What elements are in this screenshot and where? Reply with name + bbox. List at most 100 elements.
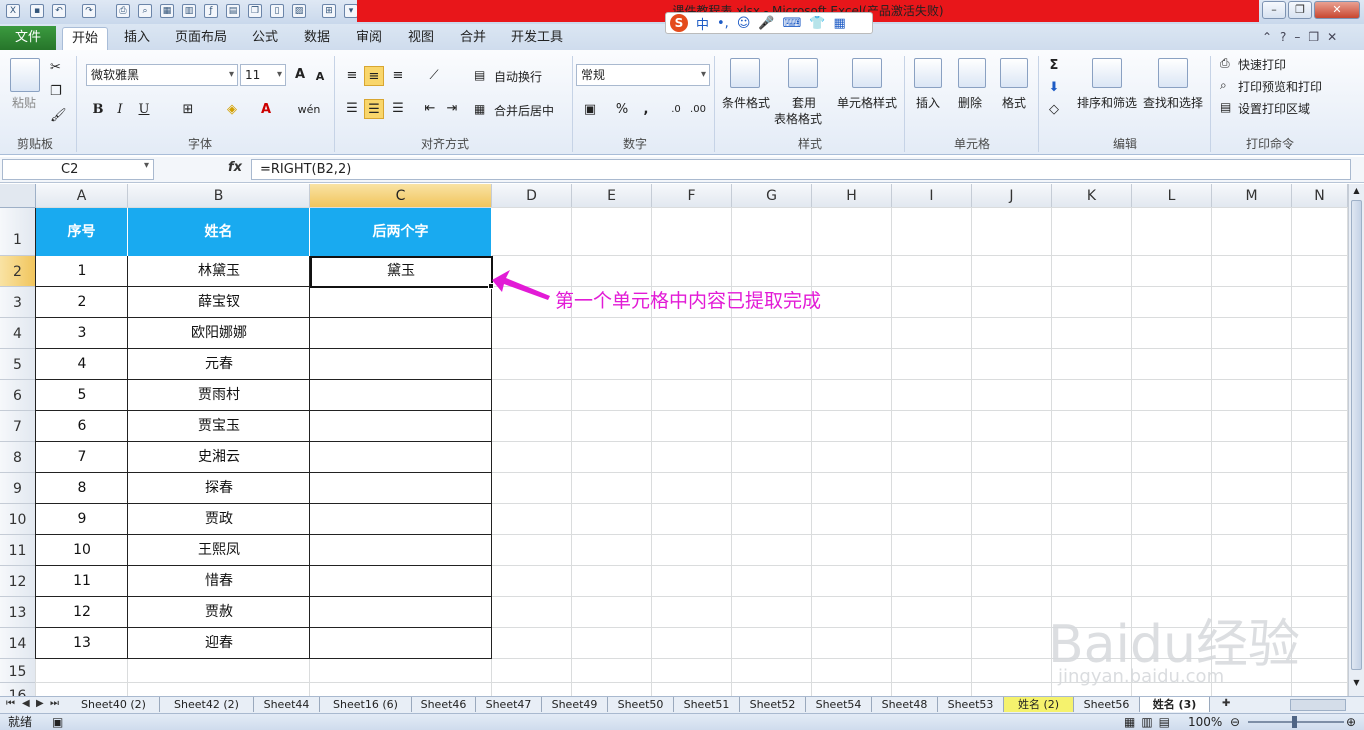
cell-c7[interactable] <box>310 411 492 442</box>
sheet-tab[interactable]: Sheet50 <box>608 697 674 712</box>
row-header-1[interactable]: 1 <box>0 208 36 256</box>
ime-toolbox-icon[interactable]: ▦ <box>834 16 846 31</box>
tab-data[interactable]: 数据 <box>296 27 338 50</box>
tab-review[interactable]: 审阅 <box>348 27 390 50</box>
format-cells-button[interactable]: 格式 <box>1002 94 1026 111</box>
cell-c11[interactable] <box>310 535 492 566</box>
row-header-9[interactable]: 9 <box>0 473 36 504</box>
sheet-tab[interactable]: Sheet49 <box>542 697 608 712</box>
row-header-13[interactable]: 13 <box>0 597 36 628</box>
ime-skin-icon[interactable]: 👕 <box>809 16 825 31</box>
header-cell-c[interactable]: 后两个字 <box>310 208 492 256</box>
cell-b9[interactable]: 探春 <box>128 473 310 504</box>
undo-icon[interactable]: ↶ <box>52 4 66 18</box>
comma-button[interactable]: , <box>636 100 656 120</box>
cell-a12[interactable]: 11 <box>36 566 128 597</box>
ribbon-window-controls[interactable]: ⌃?–❐✕ <box>1262 30 1345 44</box>
quick-print-button[interactable]: 快速打印 <box>1238 56 1286 73</box>
cell-a8[interactable]: 7 <box>36 442 128 473</box>
cell-a13[interactable]: 12 <box>36 597 128 628</box>
cell-a10[interactable]: 9 <box>36 504 128 535</box>
align-center-icon[interactable]: ☰ <box>364 99 384 119</box>
cell-b4[interactable]: 欧阳娜娜 <box>128 318 310 349</box>
header-cell-b[interactable]: 姓名 <box>128 208 310 256</box>
sheet-tab[interactable]: Sheet44 <box>254 697 320 712</box>
borders-icon[interactable]: ⊞ <box>322 4 336 18</box>
sheet-tab[interactable]: Sheet53 <box>938 697 1004 712</box>
scrollbar-thumb[interactable] <box>1351 200 1362 670</box>
percent-button[interactable]: % <box>612 100 632 120</box>
cut-icon[interactable]: ✂ <box>50 60 61 75</box>
set-print-area-button[interactable]: 设置打印区域 <box>1238 100 1310 117</box>
restore-button[interactable]: ❐ <box>1288 1 1312 19</box>
table-format-icon[interactable] <box>788 58 818 88</box>
font-name-combo[interactable]: 微软雅黑 <box>86 64 238 86</box>
ime-toolbar[interactable]: S 中 •, ☺ 🎤 ⌨ 👕 ▦ <box>665 12 873 34</box>
table-icon[interactable]: ▦ <box>160 4 174 18</box>
fill-icon[interactable]: ⬇ <box>1044 78 1064 98</box>
horizontal-scrollbar[interactable] <box>1290 699 1346 711</box>
row-header-10[interactable]: 10 <box>0 504 36 535</box>
cell-c4[interactable] <box>310 318 492 349</box>
cell-a3[interactable]: 2 <box>36 287 128 318</box>
save-icon[interactable]: ▪ <box>30 4 44 18</box>
print-preview-icon[interactable]: ⌕ <box>138 4 152 18</box>
file-tab[interactable]: 文件 <box>0 26 56 50</box>
ime-keyboard-icon[interactable]: ⌨ <box>783 16 802 31</box>
sheet-tab[interactable]: Sheet40 (2) <box>68 697 160 712</box>
column-header-e[interactable]: E <box>572 184 652 208</box>
fill-color-icon[interactable]: ◈ <box>222 100 242 120</box>
cell-c13[interactable] <box>310 597 492 628</box>
row-header-15[interactable]: 15 <box>0 659 36 683</box>
cell-b10[interactable]: 贾政 <box>128 504 310 535</box>
column-icon[interactable]: ▥ <box>182 4 196 18</box>
cell-a5[interactable]: 4 <box>36 349 128 380</box>
scroll-down-icon[interactable]: ▼ <box>1351 678 1362 688</box>
zoom-out-icon[interactable]: ⊖ <box>1230 714 1240 730</box>
document-icon[interactable]: ▯ <box>270 4 284 18</box>
copy-icon[interactable]: ❐ <box>50 84 62 99</box>
cell-c8[interactable] <box>310 442 492 473</box>
decrease-decimal-icon[interactable]: .00 <box>688 100 708 120</box>
underline-button[interactable]: U <box>134 100 154 120</box>
print-preview-button[interactable]: 打印预览和打印 <box>1238 78 1322 95</box>
cell-a14[interactable]: 13 <box>36 628 128 659</box>
tab-formulas[interactable]: 公式 <box>244 27 286 50</box>
merge-center-button[interactable]: 合并后居中 <box>494 102 554 119</box>
column-header-g[interactable]: G <box>732 184 812 208</box>
cell-b3[interactable]: 薛宝钗 <box>128 287 310 318</box>
align-middle-icon[interactable]: ≡ <box>364 66 384 86</box>
print-icon[interactable]: ⎙ <box>116 4 130 18</box>
row-header-12[interactable]: 12 <box>0 566 36 597</box>
cell-a6[interactable]: 5 <box>36 380 128 411</box>
cell-b8[interactable]: 史湘云 <box>128 442 310 473</box>
row-header-5[interactable]: 5 <box>0 349 36 380</box>
conditional-format-icon[interactable] <box>730 58 760 88</box>
wrap-text-icon[interactable]: ▤ <box>474 68 485 82</box>
cell-a11[interactable]: 10 <box>36 535 128 566</box>
insert-cells-icon[interactable] <box>914 58 942 88</box>
row-header-14[interactable]: 14 <box>0 628 36 659</box>
tab-merge[interactable]: 合并 <box>452 27 494 50</box>
cell-a7[interactable]: 6 <box>36 411 128 442</box>
row-header-7[interactable]: 7 <box>0 411 36 442</box>
tab-insert[interactable]: 插入 <box>116 27 158 50</box>
worksheet-grid[interactable]: ABCDEFGHIJKLMN 1 2 3 4 5 6 7 8 9 10 11 12 13 14 15 16 序… <box>0 184 1348 696</box>
column-header-k[interactable]: K <box>1052 184 1132 208</box>
cell-c5[interactable] <box>310 349 492 380</box>
format-cells-icon[interactable] <box>1000 58 1028 88</box>
column-header-c[interactable]: C <box>310 184 492 208</box>
column-header-l[interactable]: L <box>1132 184 1212 208</box>
row-header-11[interactable]: 11 <box>0 535 36 566</box>
borders-icon[interactable]: ⊞ <box>178 100 198 120</box>
merge-center-icon[interactable]: ▦ <box>474 102 485 116</box>
last-sheet-icon[interactable]: ⏭ <box>50 698 59 709</box>
zoom-in-icon[interactable]: ⊕ <box>1346 714 1356 730</box>
sheet-tab[interactable]: Sheet46 <box>412 697 476 712</box>
macro-record-icon[interactable]: ▣ <box>52 714 63 730</box>
orientation-icon[interactable]: ⟋ <box>424 66 444 86</box>
italic-button[interactable]: I <box>110 100 130 120</box>
phonetic-button[interactable]: wén <box>296 100 322 120</box>
conditional-format-button[interactable]: 条件格式 <box>722 94 770 111</box>
delete-cells-icon[interactable] <box>958 58 986 88</box>
